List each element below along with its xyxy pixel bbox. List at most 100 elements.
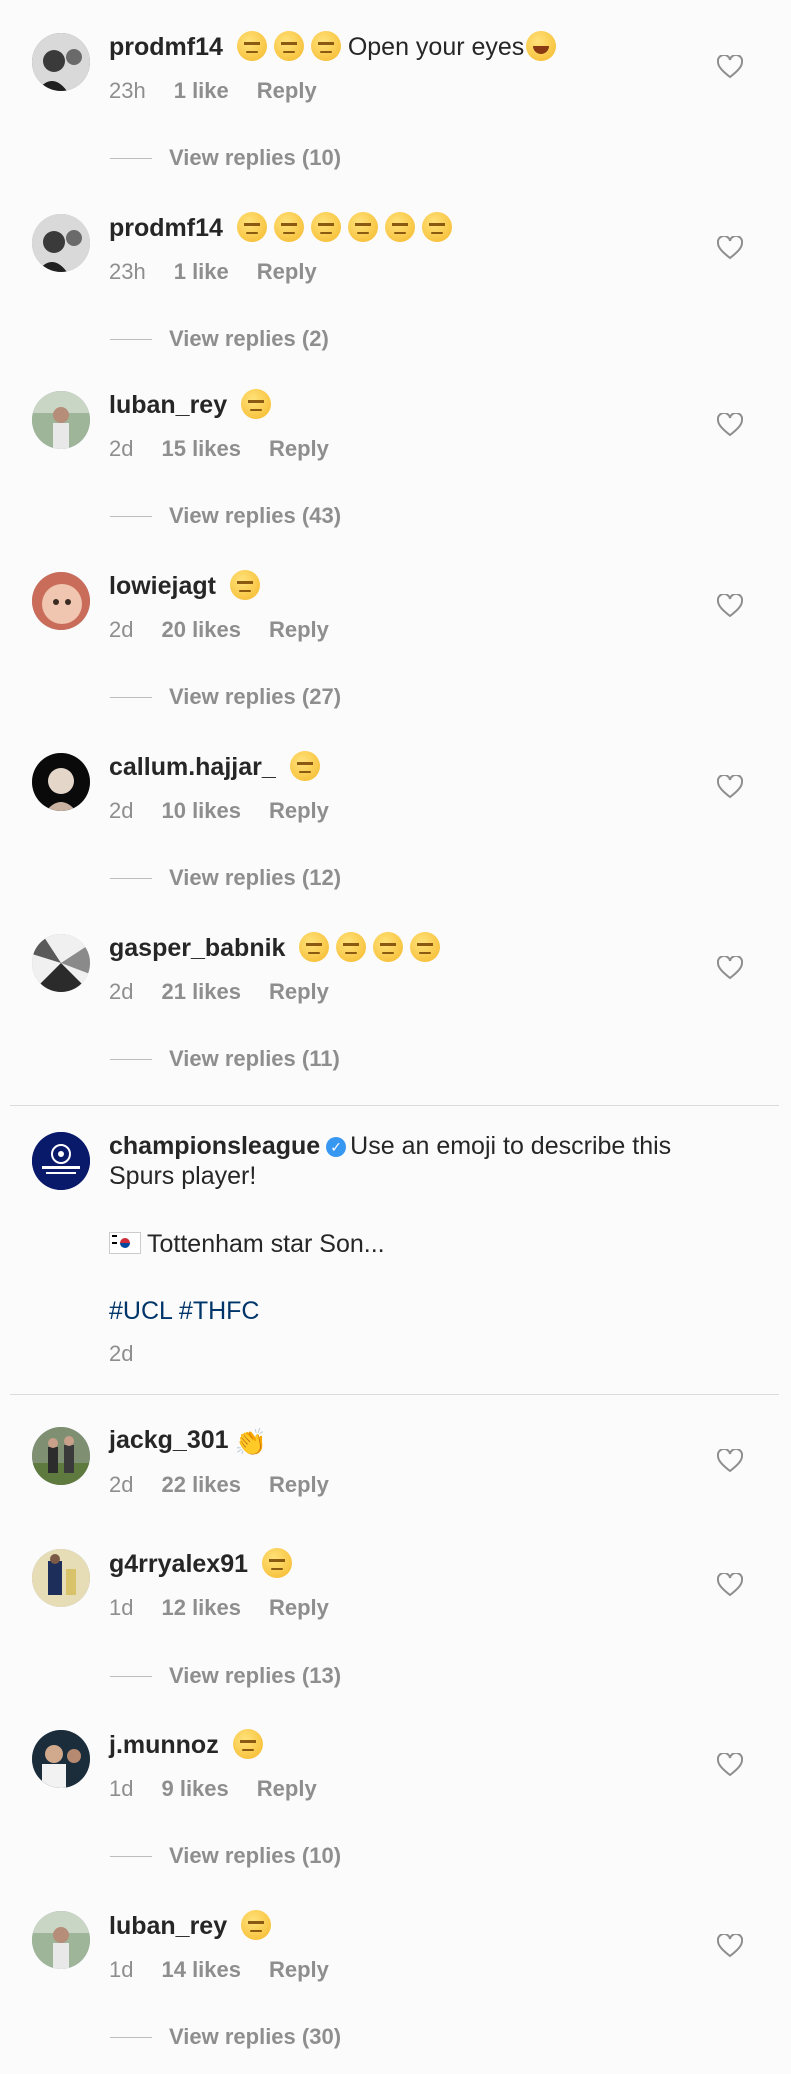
reply-button[interactable]: Reply	[257, 78, 317, 103]
view-replies-label: View replies (27)	[169, 684, 342, 709]
heart-outline-icon[interactable]	[717, 956, 743, 980]
timestamp: 23h	[109, 259, 146, 284]
reply-button[interactable]: Reply	[269, 1957, 329, 1982]
heart-outline-icon[interactable]	[717, 413, 743, 437]
expressionless-face-icon	[241, 389, 272, 419]
username-link[interactable]: lowiejagt	[109, 572, 216, 600]
avatar[interactable]	[32, 33, 90, 91]
timestamp: 1d	[109, 1776, 134, 1801]
reply-button[interactable]: Reply	[257, 259, 317, 284]
expressionless-face-icon	[299, 932, 330, 962]
expressionless-face-icon	[310, 31, 341, 61]
avatar[interactable]	[32, 572, 90, 630]
likes-count[interactable]: 1 like	[174, 78, 229, 103]
avatar[interactable]	[32, 1132, 90, 1190]
likes-count[interactable]: 14 likes	[161, 1957, 241, 1982]
reply-button[interactable]: Reply	[269, 979, 329, 1004]
heart-outline-icon[interactable]	[717, 775, 743, 799]
heart-outline-icon[interactable]	[717, 594, 743, 618]
caption-text-line2: Spurs player!	[109, 1162, 257, 1190]
username-link[interactable]: gasper_babnik	[109, 934, 285, 962]
heart-outline-icon[interactable]	[717, 1934, 743, 1958]
view-replies-label: View replies (10)	[169, 145, 342, 170]
timestamp: 23h	[109, 78, 146, 103]
laughing-face-icon	[526, 31, 557, 61]
avatar[interactable]	[32, 1911, 90, 1969]
hashtags[interactable]: #UCL #THFC	[109, 1296, 260, 1326]
view-replies-label: View replies (11)	[169, 1046, 340, 1071]
avatar[interactable]	[32, 1730, 90, 1788]
avatar[interactable]	[32, 1427, 90, 1485]
heart-outline-icon[interactable]	[717, 55, 743, 79]
likes-count[interactable]: 1 like	[174, 259, 229, 284]
comment-meta: 2d 20 likes Reply	[109, 616, 357, 644]
reply-button[interactable]: Reply	[269, 617, 329, 642]
comment-meta: 1d 9 likes Reply	[109, 1775, 345, 1803]
username-link[interactable]: callum.hajjar_	[109, 753, 276, 781]
username-link[interactable]: g4rryalex91	[109, 1550, 248, 1578]
reply-button[interactable]: Reply	[269, 1472, 329, 1497]
comment-line: luban_rey	[109, 389, 272, 420]
avatar[interactable]	[32, 214, 90, 272]
heart-outline-icon[interactable]	[717, 1573, 743, 1597]
section-divider	[10, 1394, 779, 1395]
view-replies-label: View replies (10)	[169, 1843, 342, 1868]
heart-outline-icon[interactable]	[717, 236, 743, 260]
username-link[interactable]: prodmf14	[109, 33, 223, 61]
username-link[interactable]: jackg_301	[109, 1426, 229, 1454]
likes-count[interactable]: 22 likes	[161, 1472, 241, 1497]
likes-count[interactable]: 21 likes	[161, 979, 241, 1004]
likes-count[interactable]: 10 likes	[161, 798, 241, 823]
expressionless-face-icon	[310, 212, 341, 242]
expressionless-face-icon	[347, 212, 378, 242]
avatar[interactable]	[32, 391, 90, 449]
avatar[interactable]	[32, 753, 90, 811]
likes-count[interactable]: 15 likes	[161, 436, 241, 461]
comment-line: prodmf14	[109, 212, 452, 243]
likes-count[interactable]: 20 likes	[161, 617, 241, 642]
caption-text-line3: Tottenham star Son...	[109, 1229, 385, 1259]
comment-meta: 2d 15 likes Reply	[109, 435, 357, 463]
view-replies-label: View replies (30)	[169, 2024, 342, 2049]
timestamp: 2d	[109, 798, 134, 823]
comment-line: prodmf14 Open your eyes	[109, 31, 557, 62]
expressionless-face-icon	[232, 1729, 263, 1759]
heart-outline-icon[interactable]	[717, 1753, 743, 1777]
username-link[interactable]: prodmf14	[109, 214, 223, 242]
username-link[interactable]: championsleague	[109, 1132, 320, 1160]
comment-meta: 23h 1 like Reply	[109, 258, 345, 286]
expressionless-face-icon	[384, 212, 415, 242]
divider-line	[110, 2037, 152, 2038]
likes-count[interactable]: 12 likes	[161, 1595, 241, 1620]
section-divider	[10, 1105, 779, 1106]
comment-line: luban_rey	[109, 1910, 272, 1941]
comments-screen: prodmf14 Open your eyes 23h 1 like Reply V…	[0, 0, 791, 2074]
username-link[interactable]: j.munnoz	[109, 1731, 219, 1759]
south-korea-flag-icon	[109, 1232, 141, 1254]
expressionless-face-icon	[241, 1910, 272, 1940]
likes-count[interactable]: 9 likes	[161, 1776, 228, 1801]
caption-text: Tottenham star Son...	[147, 1230, 385, 1258]
expressionless-face-icon	[229, 570, 260, 600]
username-link[interactable]: luban_rey	[109, 1912, 227, 1940]
expressionless-face-icon	[410, 932, 441, 962]
avatar[interactable]	[32, 1549, 90, 1607]
reply-button[interactable]: Reply	[269, 436, 329, 461]
verified-badge-icon: ✓	[326, 1137, 347, 1157]
reply-button[interactable]: Reply	[269, 798, 329, 823]
divider-line	[110, 339, 152, 340]
expressionless-face-icon	[336, 932, 367, 962]
divider-line	[110, 516, 152, 517]
username-link[interactable]: luban_rey	[109, 391, 227, 419]
caption-line: championsleague ✓ Use an emoji to describe…	[109, 1131, 671, 1161]
reply-button[interactable]: Reply	[257, 1776, 317, 1801]
timestamp: 1d	[109, 1957, 134, 1982]
comment-meta: 23h 1 like Reply	[109, 77, 345, 105]
heart-outline-icon[interactable]	[717, 1449, 743, 1473]
view-replies-label: View replies (43)	[169, 503, 342, 528]
reply-button[interactable]: Reply	[269, 1595, 329, 1620]
avatar[interactable]	[32, 934, 90, 992]
expressionless-face-icon	[236, 212, 267, 242]
comment-line: g4rryalex91	[109, 1548, 292, 1579]
divider-line	[110, 1059, 152, 1060]
